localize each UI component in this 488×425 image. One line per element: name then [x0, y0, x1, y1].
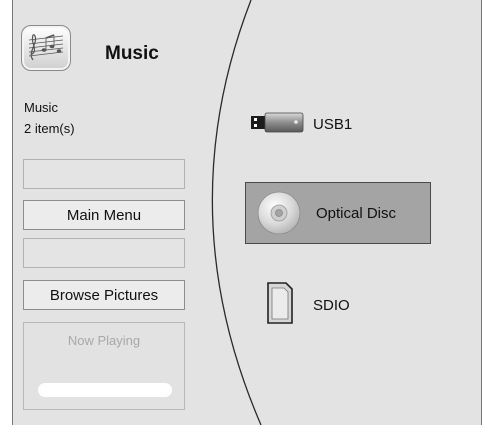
now-playing-label: Now Playing	[67, 333, 141, 348]
playback-progress-fill	[40, 385, 170, 395]
sd-card-icon	[265, 280, 295, 331]
now-playing-panel: Now Playing	[23, 322, 185, 410]
music-score-icon	[21, 25, 71, 71]
browse-pictures-button[interactable]: Browse Pictures	[23, 280, 185, 310]
usb-drive-icon	[249, 110, 307, 139]
device-sdio[interactable]: SDIO	[265, 280, 350, 331]
page-title: Music	[105, 43, 159, 64]
device-label-optical-disc: Optical Disc	[316, 204, 397, 222]
empty-slot-button	[23, 159, 185, 189]
playback-progress-bar	[38, 383, 172, 397]
category-label: Music	[24, 100, 58, 115]
optical-disc-icon	[256, 190, 302, 236]
device-usb1[interactable]: USB1	[249, 110, 352, 139]
device-label-usb1: USB1	[313, 116, 353, 133]
device-label-sdio: SDIO	[313, 297, 350, 314]
empty-slot-button	[23, 238, 185, 268]
device-optical-disc[interactable]: Optical Disc	[245, 182, 431, 244]
item-count-label: 2 item(s)	[24, 121, 75, 136]
main-menu-button[interactable]: Main Menu	[23, 200, 185, 230]
music-browser-screen: Music Music 2 item(s) Main Menu Browse P…	[12, 0, 482, 425]
